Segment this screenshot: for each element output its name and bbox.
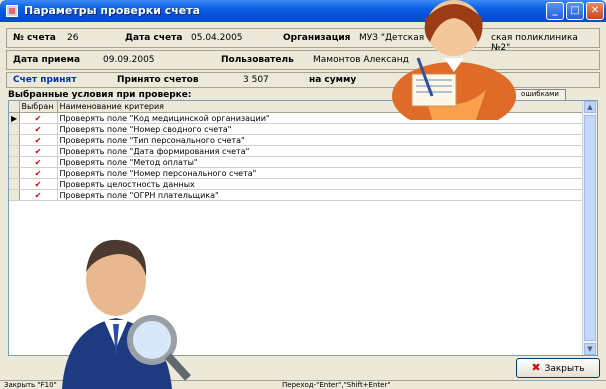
- row-indicator: [9, 189, 20, 201]
- close-icon: ✕: [590, 5, 600, 16]
- status-accepted-label: Счет принят: [13, 75, 77, 85]
- criterion-name: Проверять целостность данных: [57, 178, 590, 190]
- woman-clipart: [392, 0, 516, 120]
- sum-label: на сумму: [309, 75, 357, 85]
- criterion-name: Проверять поле "Номер сводного счета": [57, 123, 590, 135]
- table-row[interactable]: ✔ Проверять поле "Метод оплаты": [9, 156, 590, 168]
- account-date-value: 05.04.2005: [191, 33, 243, 43]
- row-indicator: [9, 156, 20, 168]
- row-indicator: [9, 123, 20, 135]
- close-window-button[interactable]: ✕: [586, 2, 604, 20]
- main-window: Параметры проверки счета _ □ ✕ № счета 2…: [0, 0, 606, 389]
- checkmark-icon[interactable]: ✔: [19, 123, 58, 135]
- receive-date-label: Дата приема: [13, 55, 81, 65]
- criterion-name: Проверять поле "Тип персонального счета": [57, 134, 590, 146]
- table-row[interactable]: ✔ Проверять поле "Дата формирования счет…: [9, 145, 590, 157]
- criterion-name: Проверять поле "Метод оплаты": [57, 156, 590, 168]
- account-no-label: № счета: [13, 33, 56, 43]
- scroll-down-arrow-icon[interactable]: ▼: [584, 343, 596, 355]
- criterion-name: Проверять поле "ОГРН плательщика": [57, 189, 590, 201]
- table-row[interactable]: ✔ Проверять поле "Тип персонального счет…: [9, 134, 590, 146]
- accepted-count-value: 3 507: [243, 75, 269, 85]
- table-row[interactable]: ✔ Проверять поле "ОГРН плательщика": [9, 189, 590, 201]
- account-no-value: 26: [67, 33, 79, 43]
- man-with-magnifier-clipart: [62, 239, 191, 389]
- window-app-icon[interactable]: [6, 5, 18, 17]
- user-label: Пользователь: [221, 55, 294, 65]
- maximize-button[interactable]: □: [566, 2, 584, 20]
- row-indicator: [9, 178, 20, 190]
- criterion-name: Проверять поле "Дата формирования счета": [57, 145, 590, 157]
- checkmark-icon[interactable]: ✔: [19, 167, 58, 179]
- checkmark-icon[interactable]: ✔: [19, 134, 58, 146]
- accepted-count-label: Принято счетов: [117, 75, 199, 85]
- red-x-icon: ✖: [531, 361, 541, 374]
- table-row[interactable]: ✔ Проверять поле "Номер персонального сч…: [9, 167, 590, 179]
- checkmark-icon[interactable]: ✔: [19, 112, 58, 124]
- checkmark-icon[interactable]: ✔: [19, 145, 58, 157]
- column-header-selected[interactable]: Выбран: [19, 101, 58, 113]
- minimize-button[interactable]: _: [546, 2, 564, 20]
- organization-label: Организация: [283, 33, 351, 43]
- criterion-name: Проверять поле "Номер персонального счет…: [57, 167, 590, 179]
- table-row[interactable]: ✔ Проверять целостность данных: [9, 178, 590, 190]
- window-title: Параметры проверки счета: [24, 4, 201, 17]
- row-indicator: [9, 134, 20, 146]
- row-indicator: [9, 167, 20, 179]
- row-pointer-icon: ▶: [9, 112, 20, 124]
- vertical-scrollbar[interactable]: ▲ ▼: [582, 101, 597, 355]
- row-indicator: [9, 145, 20, 157]
- scroll-up-arrow-icon[interactable]: ▲: [584, 101, 596, 113]
- criteria-caption: Выбранные условия при проверке:: [8, 90, 192, 100]
- maximize-icon: □: [570, 5, 580, 16]
- checkmark-icon[interactable]: ✔: [19, 189, 58, 201]
- status-left: Закрыть "F10": [4, 381, 57, 389]
- minimize-icon: _: [552, 5, 558, 16]
- scroll-thumb[interactable]: [584, 115, 596, 341]
- close-button[interactable]: ✖ Закрыть: [516, 358, 600, 378]
- status-center: Переход-"Enter","Shift+Enter": [282, 381, 391, 389]
- close-button-label: Закрыть: [544, 364, 585, 374]
- checkmark-icon[interactable]: ✔: [19, 178, 58, 190]
- table-row[interactable]: ✔ Проверять поле "Номер сводного счета": [9, 123, 590, 135]
- account-date-label: Дата счета: [125, 33, 183, 43]
- checkmark-icon[interactable]: ✔: [19, 156, 58, 168]
- indicator-header: [9, 101, 20, 113]
- receive-date-value: 09.09.2005: [103, 55, 155, 65]
